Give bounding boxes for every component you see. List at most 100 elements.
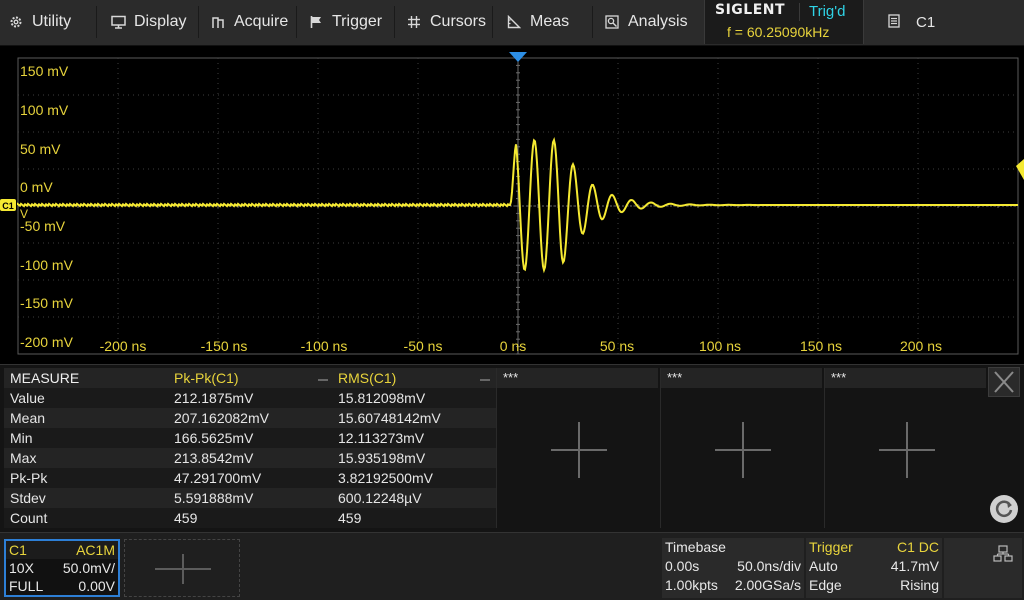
stat-name: Value bbox=[10, 390, 45, 406]
add-measure-icon[interactable] bbox=[715, 422, 771, 478]
table-row: Value 212.1875mV 15.812098mV bbox=[4, 388, 496, 408]
trigger-status: Trig'd bbox=[809, 3, 846, 20]
stat-name: Stdev bbox=[10, 490, 46, 506]
measure-header-row: MEASURE Pk-Pk(C1) RMS(C1) bbox=[4, 368, 496, 388]
menu-trigger[interactable]: Trigger bbox=[308, 0, 382, 44]
trigger-header: Trigger C1 DC bbox=[806, 538, 942, 557]
measure-slot-empty[interactable]: *** bbox=[496, 368, 658, 528]
trigger-mode: Auto bbox=[809, 558, 838, 574]
menu-display[interactable]: Display bbox=[110, 0, 186, 44]
close-measure-button[interactable] bbox=[988, 367, 1020, 397]
menu-utility-label: Utility bbox=[32, 13, 72, 30]
trigger-source: C1 DC bbox=[896, 539, 939, 555]
minimize-icon[interactable] bbox=[480, 379, 490, 381]
menu-display-label: Display bbox=[134, 13, 187, 30]
timebase-delay: 0.00s bbox=[665, 558, 700, 574]
stat-value-pkpk: 213.8542mV bbox=[174, 450, 254, 466]
timebase-row: 0.00s 50.0ns/div bbox=[662, 557, 804, 576]
timebase-memory: 1.00kpts bbox=[665, 577, 718, 593]
trigger-frequency: f = 60.25090kHz bbox=[727, 24, 830, 40]
x-axis-label: 100 ns bbox=[699, 338, 741, 354]
network-icon bbox=[993, 545, 1013, 562]
channel-probe: 10X bbox=[9, 560, 34, 576]
channel1-header: C1 AC1M bbox=[6, 541, 118, 559]
table-row: Max 213.8542mV 15.935198mV bbox=[4, 448, 496, 468]
measure-header-pkpk[interactable]: Pk-Pk(C1) bbox=[170, 370, 334, 386]
menu-divider bbox=[592, 6, 593, 38]
measure-header-title: MEASURE bbox=[10, 370, 80, 386]
menu-cursors[interactable]: Cursors bbox=[406, 0, 486, 44]
x-axis-label: 0 ns bbox=[500, 338, 526, 354]
channel1-marker-unit: V bbox=[20, 207, 28, 221]
brand-logo: SIGLENT bbox=[715, 2, 786, 18]
flag-icon bbox=[308, 14, 324, 30]
add-measure-icon[interactable] bbox=[551, 422, 607, 478]
trigger-settings[interactable]: Trigger C1 DC Auto 41.7mV Edge Rising bbox=[806, 538, 942, 598]
menu-analysis[interactable]: Analysis bbox=[604, 0, 688, 44]
table-row: Pk-Pk 47.291700mV 3.82192500mV bbox=[4, 468, 496, 488]
measure-slot-header: *** bbox=[825, 368, 986, 388]
channel-scale: 50.0mV/ bbox=[62, 560, 115, 576]
ruler-icon bbox=[506, 14, 522, 30]
measure-slot-empty[interactable]: *** bbox=[660, 368, 822, 528]
stat-value-pkpk: 207.162082mV bbox=[174, 410, 269, 426]
channel1-settings[interactable]: C1 AC1M 10X 50.0mV/ FULL 0.00V bbox=[4, 539, 120, 597]
menu-divider bbox=[96, 6, 97, 38]
y-axis-label: 150 mV bbox=[20, 63, 69, 79]
measure-slot-header: *** bbox=[661, 368, 822, 388]
brand-status-box: SIGLENT Trig'd f = 60.25090kHz bbox=[704, 0, 864, 44]
x-axis-label: 150 ns bbox=[800, 338, 842, 354]
channel1-marker-label: C1 bbox=[2, 201, 14, 211]
add-channel-slot[interactable] bbox=[124, 539, 240, 597]
stat-value-pkpk: 166.5625mV bbox=[174, 430, 254, 446]
menu-utility[interactable]: Utility bbox=[8, 0, 71, 44]
x-axis-label: 200 ns bbox=[900, 338, 942, 354]
measure-header-rms[interactable]: RMS(C1) bbox=[334, 370, 496, 386]
list-icon bbox=[888, 13, 900, 31]
reset-statistics-button[interactable] bbox=[988, 493, 1020, 525]
stat-value-pkpk: 5.591888mV bbox=[174, 490, 254, 506]
channel-offset: 0.00V bbox=[78, 578, 115, 594]
x-axis-label: -150 ns bbox=[201, 338, 248, 354]
stat-value-pkpk: 212.1875mV bbox=[174, 390, 254, 406]
stat-value-rms: 600.12248µV bbox=[338, 490, 422, 506]
acquire-icon bbox=[210, 14, 226, 30]
measure-slot-empty[interactable]: *** bbox=[824, 368, 986, 528]
y-axis-label: -100 mV bbox=[20, 257, 74, 273]
measure-panel: MEASURE Pk-Pk(C1) RMS(C1) Value 212.1875… bbox=[0, 364, 1024, 532]
cursor-grid-icon bbox=[406, 14, 422, 30]
timebase-sample-rate: 2.00GSa/s bbox=[734, 577, 801, 593]
channel-menu-button[interactable]: C1 bbox=[866, 0, 1024, 44]
table-row: Stdev 5.591888mV 600.12248µV bbox=[4, 488, 496, 508]
minimize-icon[interactable] bbox=[318, 379, 328, 381]
add-measure-icon[interactable] bbox=[879, 422, 935, 478]
waveform-display[interactable]: 150 mV 100 mV 50 mV 0 mV -50 mV -100 mV -150 m… bbox=[0, 46, 1024, 364]
menu-meas[interactable]: Meas bbox=[506, 0, 569, 44]
y-axis-label: -150 mV bbox=[20, 295, 74, 311]
monitor-icon bbox=[110, 14, 126, 30]
y-axis-label: 0 mV bbox=[20, 179, 53, 195]
stat-value-pkpk: 47.291700mV bbox=[174, 470, 262, 486]
menu-trigger-label: Trigger bbox=[332, 13, 383, 30]
brand-divider bbox=[799, 3, 800, 21]
refresh-icon bbox=[990, 495, 1018, 523]
network-status[interactable] bbox=[944, 538, 1022, 598]
menu-acquire[interactable]: Acquire bbox=[210, 0, 288, 44]
timebase-row: 1.00kpts 2.00GSa/s bbox=[662, 576, 804, 595]
menu-cursors-label: Cursors bbox=[430, 13, 487, 30]
measure-table: MEASURE Pk-Pk(C1) RMS(C1) Value 212.1875… bbox=[4, 368, 496, 528]
add-channel-icon[interactable] bbox=[155, 554, 211, 584]
close-icon bbox=[994, 371, 1014, 393]
menu-meas-label: Meas bbox=[530, 13, 570, 30]
menu-divider bbox=[492, 6, 493, 38]
menu-divider bbox=[394, 6, 395, 38]
measure-slot-header: *** bbox=[497, 368, 658, 388]
trigger-slope: Rising bbox=[900, 577, 939, 593]
timebase-settings[interactable]: Timebase 0.00s 50.0ns/div 1.00kpts 2.00G… bbox=[662, 538, 804, 598]
x-axis-label: -100 ns bbox=[301, 338, 348, 354]
stat-name: Count bbox=[10, 510, 48, 526]
channel-name: C1 bbox=[9, 542, 27, 558]
y-axis-label: 100 mV bbox=[20, 102, 69, 118]
y-axis-label: 50 mV bbox=[20, 141, 61, 157]
channel1-row: FULL 0.00V bbox=[6, 577, 118, 595]
